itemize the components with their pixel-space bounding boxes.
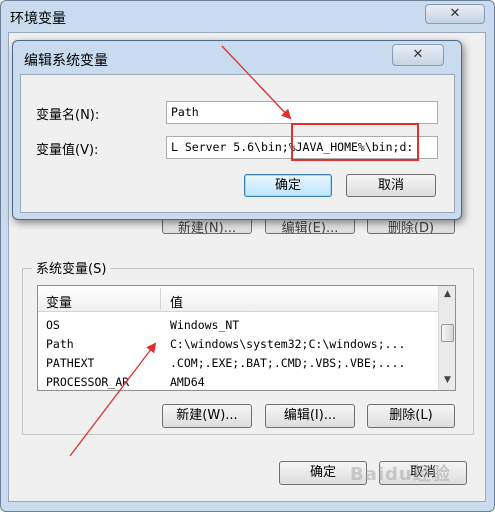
list-row[interactable]: Path C:\windows\system32;C:\windows;... xyxy=(38,335,438,354)
system-variables-list[interactable]: 变量 值 OS Windows_NT Path C:\windows\syste… xyxy=(37,285,456,391)
row-value: Windows_NT xyxy=(170,318,240,332)
close-button[interactable]: ✕ xyxy=(425,4,485,24)
row-value: C:\windows\system32;C:\windows;... xyxy=(170,337,406,351)
list-header: 变量 值 xyxy=(38,286,438,312)
system-new-button[interactable]: 新建(W)... xyxy=(162,404,252,428)
list-row[interactable]: OS Windows_NT xyxy=(38,316,438,335)
dialog-close-button[interactable]: ✕ xyxy=(392,44,444,66)
system-edit-button[interactable]: 编辑(I)... xyxy=(265,404,355,428)
scroll-down-arrow-icon[interactable]: ▼ xyxy=(439,372,455,389)
row-variable: Path xyxy=(46,337,74,351)
list-row[interactable]: PATHEXT .COM;.EXE;.BAT;.CMD;.VBS;.VBE;..… xyxy=(38,354,438,373)
scroll-up-arrow-icon[interactable]: ▲ xyxy=(439,286,455,303)
system-variables-label: 系统变量(S) xyxy=(32,258,111,277)
row-value: AMD64 xyxy=(170,375,205,389)
row-value: .COM;.EXE;.BAT;.CMD;.VBS;.VBE;.... xyxy=(170,356,406,370)
dialog-cancel-button[interactable]: 取消 xyxy=(346,174,436,197)
column-header-variable[interactable]: 变量 xyxy=(46,292,72,311)
vertical-scrollbar[interactable]: ▲ ▼ xyxy=(438,286,455,390)
row-variable: PROCESSOR_AR xyxy=(46,375,130,389)
scroll-thumb[interactable] xyxy=(441,324,454,342)
row-variable: PATHEXT xyxy=(46,356,95,370)
list-row[interactable]: PROCESSOR_AR AMD64 xyxy=(38,373,438,390)
watermark-logo: Baidu经验 xyxy=(350,464,451,485)
system-delete-button[interactable]: 删除(L) xyxy=(367,404,455,428)
column-header-value[interactable]: 值 xyxy=(170,292,183,311)
dialog-title: 编辑系统变量 xyxy=(24,53,108,69)
variable-name-label: 变量名(N): xyxy=(36,108,100,123)
highlight-box xyxy=(291,123,419,161)
column-separator[interactable] xyxy=(160,288,161,310)
window-title: 环境变量 xyxy=(10,11,66,27)
row-variable: OS xyxy=(46,318,60,332)
variable-name-input[interactable]: Path xyxy=(166,101,438,124)
variable-value-label: 变量值(V): xyxy=(36,143,99,158)
dialog-ok-button[interactable]: 确定 xyxy=(244,174,332,197)
